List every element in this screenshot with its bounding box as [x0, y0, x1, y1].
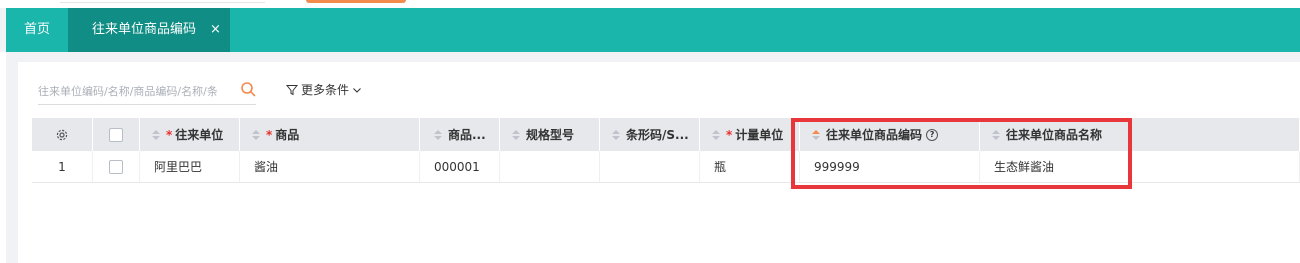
more-conditions-button[interactable]: 更多条件 [286, 81, 362, 98]
header-unit-label: 计量单位 [735, 128, 784, 142]
search-input[interactable]: 往来单位编码/名称/商品编码/名称/条 [38, 78, 256, 105]
cell-unit[interactable]: 瓶 [700, 151, 800, 182]
row-index: 1 [32, 151, 93, 182]
cell-product[interactable]: 酱油 [240, 151, 420, 182]
sort-icon[interactable] [712, 129, 720, 140]
select-all-cell [93, 118, 140, 151]
column-settings[interactable] [32, 118, 93, 151]
header-barcode[interactable]: 条形码/S... [600, 118, 700, 151]
header-product-code-label: 商品... [448, 128, 486, 142]
cell-spec[interactable] [500, 151, 600, 182]
search-placeholder: 往来单位编码/名称/商品编码/名称/条 [38, 85, 218, 98]
top-orange-button-edge[interactable] [306, 0, 406, 3]
chevron-down-icon [353, 87, 361, 93]
left-edge [0, 52, 6, 263]
header-product-label: 商品 [275, 128, 300, 142]
header-product-code[interactable]: 商品... [420, 118, 500, 151]
cell-product-code[interactable]: 000001 [420, 151, 500, 182]
row-select-cell [93, 151, 140, 182]
required-star: * [726, 127, 733, 142]
header-barcode-label: 条形码/S... [626, 128, 689, 142]
highlight-box [791, 118, 1132, 189]
row-checkbox[interactable] [109, 159, 123, 174]
cell-partner[interactable]: 阿里巴巴 [140, 151, 240, 182]
required-star: * [266, 127, 273, 142]
select-all-checkbox[interactable] [109, 127, 123, 142]
sort-icon[interactable] [152, 129, 160, 140]
sort-icon[interactable] [612, 129, 620, 140]
search-icon[interactable] [240, 81, 256, 97]
header-unit[interactable]: * 计量单位 [700, 118, 800, 151]
sort-icon[interactable] [252, 129, 260, 140]
header-partner-label: 往来单位 [175, 128, 224, 142]
header-spec-label: 规格型号 [526, 128, 575, 142]
header-partner[interactable]: * 往来单位 [140, 118, 240, 151]
close-icon[interactable]: × [210, 8, 221, 52]
tab-partner-product-code[interactable]: 往来单位商品编码 × [68, 8, 230, 52]
gear-icon[interactable] [55, 128, 69, 142]
filter-icon [286, 84, 298, 95]
top-input-underline [60, 2, 265, 3]
sort-icon[interactable] [434, 129, 442, 140]
top-strip [0, 0, 1300, 8]
required-star: * [166, 127, 173, 142]
header-product[interactable]: * 商品 [240, 118, 420, 151]
tab-home[interactable]: 首页 [6, 8, 68, 52]
tab-label: 往来单位商品编码 [92, 22, 197, 37]
tab-bar: 首页 往来单位商品编码 × [6, 8, 1300, 52]
more-conditions-label: 更多条件 [301, 83, 350, 97]
sort-icon[interactable] [512, 129, 520, 140]
cell-barcode[interactable] [600, 151, 700, 182]
header-spec[interactable]: 规格型号 [500, 118, 600, 151]
